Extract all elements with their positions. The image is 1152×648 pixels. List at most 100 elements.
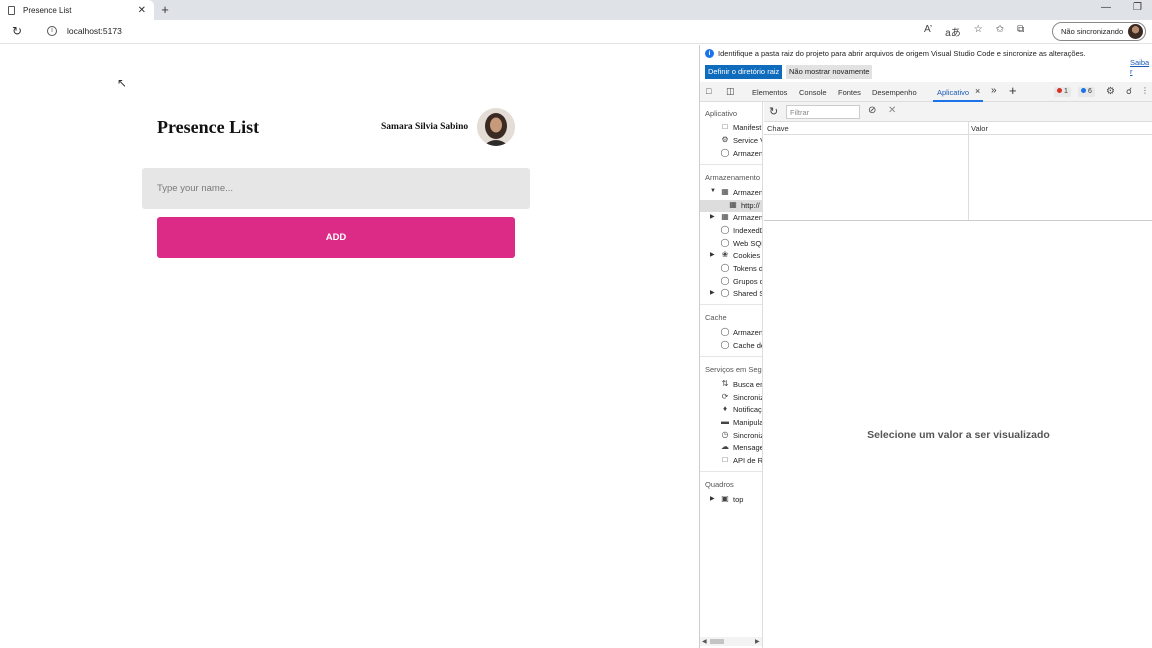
- inspect-element-icon[interactable]: □: [706, 86, 711, 96]
- add-tab-icon[interactable]: +: [1009, 83, 1017, 98]
- collapsed-arrow-icon[interactable]: ▶: [710, 213, 715, 220]
- sidebar-item-manifest[interactable]: □ Manifest: [700, 122, 762, 134]
- favorite-star-icon[interactable]: ☆: [974, 24, 983, 39]
- site-info-icon[interactable]: i: [47, 26, 57, 36]
- restore-icon[interactable]: ❐: [1133, 2, 1142, 13]
- more-tabs-icon[interactable]: »: [991, 85, 997, 96]
- web-page: ↖ Presence List Samara Silvia Sabino ADD: [0, 45, 699, 648]
- application-sidebar: Aplicativo □ Manifest ⚙ Service V ◯ Armazen…: [700, 102, 763, 648]
- scroll-left-icon[interactable]: ◀: [702, 638, 707, 645]
- sidebar-item-web-sql[interactable]: ◯ Web SQL: [700, 238, 762, 250]
- collapsed-arrow-icon[interactable]: ▶: [710, 289, 715, 296]
- browser-toolbar: ↻ i localhost:5173 A’ aあ ☆ ✩ ⧉ Não sincr…: [0, 20, 1152, 44]
- storage-table-header: Chave Valor: [764, 122, 1152, 135]
- storage-filter-bar: ↻ ⊘ ✕: [764, 102, 1152, 122]
- devtools-banner: i Identifique a pasta raiz do projeto pa…: [700, 45, 1152, 82]
- sidebar-item-interest-groups[interactable]: ◯ Grupos c: [700, 276, 762, 288]
- sidebar-item-storage[interactable]: ◯ Armazen: [700, 148, 762, 160]
- filter-input[interactable]: [786, 105, 860, 119]
- tab-console[interactable]: Console: [799, 88, 827, 97]
- sidebar-item-push-messaging[interactable]: ☁ Mensage: [700, 442, 762, 454]
- new-tab-button[interactable]: +: [158, 2, 172, 18]
- sidebar-item-top-frame[interactable]: ▶ ▣ top: [700, 494, 762, 506]
- scroll-right-icon[interactable]: ▶: [755, 638, 760, 645]
- address-bar-url[interactable]: localhost:5173: [67, 26, 122, 36]
- database-icon: ◯: [720, 238, 730, 247]
- sidebar-item-reporting-api[interactable]: □ API de R: [700, 455, 762, 467]
- sidebar-item-trust-tokens[interactable]: ◯ Tokens d: [700, 263, 762, 275]
- device-emulation-icon[interactable]: ◫: [726, 86, 735, 97]
- dont-show-again-button[interactable]: Não mostrar novamente: [786, 65, 873, 79]
- divider: [700, 471, 762, 472]
- sidebar-item-shared-storage[interactable]: ▶ ◯ Shared S: [700, 288, 762, 300]
- database-icon: ◯: [720, 225, 730, 234]
- tab-elements[interactable]: Elementos: [752, 88, 787, 97]
- collections-icon[interactable]: ⧉: [1017, 24, 1024, 39]
- collapsed-arrow-icon[interactable]: ▶: [710, 495, 715, 502]
- sidebar-item-notifications[interactable]: ♦ Notificaç: [700, 404, 762, 416]
- section-frames: Quadros: [705, 480, 734, 489]
- grid-icon: ▦: [729, 200, 737, 209]
- translate-icon[interactable]: aあ: [945, 24, 961, 39]
- learn-more-link[interactable]: Saiba r: [1130, 58, 1152, 76]
- column-key[interactable]: Chave: [767, 124, 789, 133]
- section-cache: Cache: [705, 313, 727, 322]
- read-aloud-icon[interactable]: A’: [924, 24, 932, 39]
- sidebar-item-back-forward-cache[interactable]: ◯ Cache de: [700, 340, 762, 352]
- tab-close-icon[interactable]: ✕: [138, 5, 146, 16]
- sidebar-item-session-storage[interactable]: ▶ ▦ Armazen: [700, 212, 762, 224]
- section-storage: Armazenamento: [705, 173, 761, 182]
- sidebar-item-localhost-origin[interactable]: ▦ http://: [700, 200, 762, 212]
- sidebar-item-periodic-sync[interactable]: ◷ Sincroniz: [700, 430, 763, 442]
- sidebar-item-cache-storage[interactable]: ◯ Armazen: [700, 327, 762, 339]
- sidebar-item-background-fetch[interactable]: ⇅ Busca en: [700, 379, 762, 391]
- grid-icon: ▦: [721, 187, 729, 196]
- sidebar-horizontal-scrollbar[interactable]: ◀ ▶: [700, 637, 762, 646]
- card-icon: ▬: [721, 417, 729, 426]
- errors-badge[interactable]: 1: [1054, 87, 1071, 97]
- add-button[interactable]: ADD: [157, 217, 515, 258]
- info-badge[interactable]: 6: [1078, 87, 1095, 97]
- grid-icon: ▦: [721, 212, 729, 221]
- tab-performance[interactable]: Desempenho: [872, 88, 917, 97]
- banner-message: Identifique a pasta raiz do projeto para…: [718, 49, 1086, 58]
- favorites-list-icon[interactable]: ✩: [996, 24, 1004, 39]
- profile-avatar: [1128, 24, 1143, 39]
- delete-selected-icon[interactable]: ✕: [888, 105, 896, 116]
- avatar-photo-icon: [477, 108, 515, 146]
- collapsed-arrow-icon[interactable]: ▶: [710, 251, 715, 258]
- name-input[interactable]: [142, 168, 530, 209]
- sidebar-item-local-storage[interactable]: ▼ ▦ Armazen: [700, 187, 762, 199]
- user-name: Samara Silvia Sabino: [381, 122, 469, 132]
- storage-view: ↻ ⊘ ✕ Chave Valor Selecione um valor a s…: [764, 102, 1152, 648]
- sidebar-item-background-sync[interactable]: ⟳ Sincroniz: [700, 392, 762, 404]
- sidebar-item-payment-handler[interactable]: ▬ Manipula: [700, 417, 762, 429]
- divider: [700, 356, 762, 357]
- minimize-icon[interactable]: —: [1101, 2, 1111, 13]
- sidebar-item-indexeddb[interactable]: ◯ IndexedD: [700, 225, 762, 237]
- expanded-arrow-icon[interactable]: ▼: [710, 188, 716, 194]
- table-resize-divider[interactable]: [764, 220, 1152, 221]
- column-value[interactable]: Valor: [971, 124, 988, 133]
- sidebar-item-service-workers[interactable]: ⚙ Service V: [700, 135, 762, 147]
- scrollbar-thumb[interactable]: [710, 639, 724, 644]
- settings-gear-icon[interactable]: ⚙: [1106, 86, 1115, 97]
- info-count: 6: [1088, 88, 1092, 95]
- database-icon: ◯: [720, 276, 730, 285]
- profile-sync-button[interactable]: Não sincronizando: [1052, 22, 1146, 41]
- sidebar-item-cookies[interactable]: ▶ ❀ Cookies: [700, 250, 762, 262]
- section-background-services: Serviços em Segu: [705, 365, 763, 374]
- tab-application[interactable]: Aplicativo: [937, 88, 969, 97]
- mouse-cursor-icon: ↖: [117, 76, 128, 90]
- divider: [700, 304, 762, 305]
- more-options-icon[interactable]: ⋮: [1141, 86, 1149, 95]
- clear-all-icon[interactable]: ⊘: [868, 105, 876, 116]
- browser-tab-presence-list[interactable]: Presence List ✕: [0, 0, 154, 20]
- reload-icon[interactable]: ↻: [12, 24, 22, 38]
- tab-sources[interactable]: Fontes: [838, 88, 861, 97]
- customize-icon[interactable]: ☌: [1126, 86, 1132, 97]
- close-tab-icon[interactable]: ×: [975, 86, 980, 96]
- page-icon: [8, 5, 15, 15]
- refresh-icon[interactable]: ↻: [769, 105, 778, 118]
- set-root-directory-button[interactable]: Definir o diretório raiz: [705, 65, 783, 79]
